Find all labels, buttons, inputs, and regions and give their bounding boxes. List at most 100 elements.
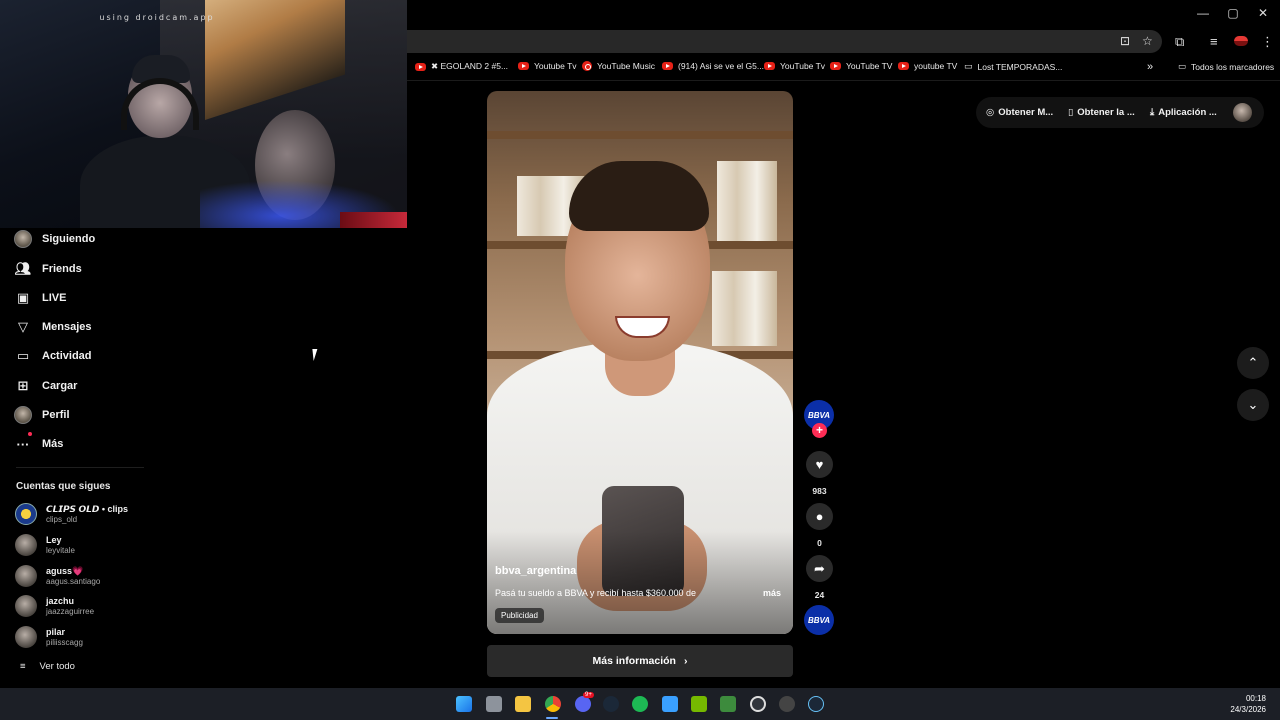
minecraft-icon[interactable]	[720, 696, 736, 712]
video-more-link[interactable]: más	[763, 588, 781, 598]
media-icon[interactable]: ≡	[1210, 34, 1218, 49]
previous-video-button[interactable]: ⌃	[1237, 347, 1269, 379]
avatar	[15, 534, 37, 556]
sidebar-item-perfil[interactable]: Perfil	[14, 406, 70, 424]
star-icon[interactable]: ☆	[1142, 34, 1153, 48]
bookmark-item[interactable]: YouTube Tv	[764, 61, 825, 71]
share-icon: ➦	[814, 560, 825, 576]
webcam-watermark: using droidcam.app	[99, 13, 215, 22]
page-icon: ▭	[964, 61, 973, 71]
video-description: Pasá tu sueldo a BBVA y recibí hasta $36…	[495, 588, 696, 598]
windows-taskbar: 9+ 00:18 24/3/2026	[0, 688, 1280, 720]
avatar	[15, 565, 37, 587]
bookmark-item[interactable]: (914) Asi se ve el G5...	[662, 61, 764, 71]
chevron-down-icon: ⌄	[1247, 397, 1259, 412]
get-app-button[interactable]: ▯ Obtener la ...	[1068, 107, 1135, 118]
avatar	[15, 595, 37, 617]
heart-icon: ♥	[815, 457, 824, 472]
avatar	[14, 230, 32, 248]
nvidia-icon[interactable]	[691, 696, 707, 712]
more-info-button[interactable]: Más información ›	[487, 645, 793, 677]
close-button[interactable]: ✕	[1253, 6, 1273, 20]
video-username[interactable]: bbva_argentina	[495, 565, 576, 577]
avatar	[14, 406, 32, 424]
comment-button[interactable]: ●	[806, 503, 833, 530]
notification-dot	[28, 432, 32, 436]
restore-button[interactable]: ▢	[1223, 6, 1243, 20]
next-video-button[interactable]: ⌄	[1237, 389, 1269, 421]
followed-account[interactable]: pilar piliisscagg	[15, 626, 83, 648]
bookmark-item[interactable]: youtube TV	[898, 61, 957, 71]
ad-badge: Publicidad	[495, 608, 544, 623]
bookmark-item[interactable]: Youtube Tv	[518, 61, 577, 71]
avatar	[15, 503, 37, 525]
avatar	[15, 626, 37, 648]
steam-icon[interactable]	[808, 696, 824, 712]
spotify-icon[interactable]	[632, 696, 648, 712]
youtube-icon	[415, 62, 426, 71]
coin-icon: ◎	[986, 107, 995, 118]
share-button[interactable]: ➦	[806, 555, 833, 582]
sidebar-item-friends[interactable]: 👥︎ Friends	[14, 260, 82, 278]
video-player[interactable]: bbva_argentina Pasá tu sueldo a BBVA y r…	[487, 91, 793, 634]
video-books	[712, 271, 777, 346]
sidebar-item-siguiendo[interactable]: Siguiendo	[14, 230, 95, 248]
phone-icon: ▯	[1068, 107, 1074, 118]
droidcam-icon[interactable]	[779, 696, 795, 712]
bookmark-item[interactable]: YouTube Music	[582, 61, 655, 71]
desktop-app-button[interactable]: ⤓ Aplicación ...	[1150, 107, 1217, 118]
like-button[interactable]: ♥	[806, 451, 833, 478]
sidebar-item-live[interactable]: ▣ LIVE	[14, 289, 67, 307]
sidebar-divider	[16, 467, 144, 468]
minimize-button[interactable]: —	[1193, 6, 1213, 20]
sidebar-item-cargar[interactable]: ⊞ Cargar	[14, 377, 78, 395]
share-count: 24	[814, 590, 825, 600]
mouse-cursor-icon	[312, 349, 324, 361]
upload-icon: ⊞	[17, 378, 29, 393]
messages-icon: ▽	[18, 319, 28, 334]
bookmark-item[interactable]: ▭ Lost TEMPORADAS...	[964, 61, 1062, 72]
activity-icon: ▭	[16, 348, 30, 363]
address-bar[interactable]: ⊡ ☆	[407, 30, 1162, 53]
video-shelf	[487, 131, 793, 139]
webcam-overlay: using droidcam.app	[0, 0, 407, 228]
bookmark-item[interactable]: ✖ EGOLAND 2 #5...	[415, 61, 508, 72]
followed-account[interactable]: aguss💗 aagus.santiago	[15, 565, 100, 587]
bookmark-item[interactable]: YouTube TV	[830, 61, 892, 71]
comment-count: 0	[817, 538, 822, 548]
see-all-button[interactable]: ≡ Ver todo	[20, 661, 75, 672]
task-view-icon[interactable]	[486, 696, 502, 712]
discord-icon[interactable]	[575, 696, 591, 712]
chrome-icon[interactable]	[545, 696, 561, 712]
followed-account[interactable]: Ley leyvitale	[15, 534, 75, 556]
obs-icon[interactable]	[750, 696, 766, 712]
notepad-icon[interactable]	[662, 696, 678, 712]
profile-icon[interactable]	[1234, 36, 1248, 46]
youtube-icon	[898, 62, 909, 70]
system-clock[interactable]: 00:18 24/3/2026	[1230, 693, 1266, 715]
windows-start-icon[interactable]	[456, 696, 472, 712]
sidebar-item-actividad[interactable]: ▭ Actividad	[14, 347, 92, 365]
bookmarks-overflow-button[interactable]: »	[1147, 61, 1153, 73]
youtube-icon	[662, 62, 673, 70]
live-icon: ▣	[16, 290, 30, 305]
menu-icon[interactable]: ⋮	[1261, 34, 1274, 50]
sidebar-item-mas[interactable]: ··· Más	[14, 432, 63, 453]
followed-account[interactable]: jazchu jaazzaguirree	[15, 595, 94, 617]
like-count: 983	[812, 486, 827, 496]
all-bookmarks-button[interactable]: ▭ Todos los marcadores	[1178, 61, 1274, 72]
get-coins-button[interactable]: ◎ Obtener M...	[986, 107, 1053, 118]
steam-icon[interactable]	[603, 696, 619, 712]
folder-icon: ▭	[1178, 61, 1187, 71]
webcam-red-light	[340, 212, 407, 228]
following-accounts-title: Cuentas que sigues	[16, 481, 111, 492]
youtube-music-icon	[582, 61, 592, 71]
extensions-icon[interactable]: ⧉	[1175, 34, 1184, 50]
install-icon[interactable]: ⊡	[1120, 34, 1130, 48]
sound-disc-avatar[interactable]: BBVA	[804, 605, 834, 635]
file-explorer-icon[interactable]	[515, 696, 531, 712]
sidebar-item-mensajes[interactable]: ▽ Mensajes	[14, 318, 92, 336]
followed-account[interactable]: 𝘾𝙇𝙄𝙋𝙎 𝙊𝙇𝘿 • clips clips_old	[15, 503, 128, 525]
follow-plus-button[interactable]: +	[812, 423, 827, 438]
avatar[interactable]	[1233, 103, 1252, 122]
